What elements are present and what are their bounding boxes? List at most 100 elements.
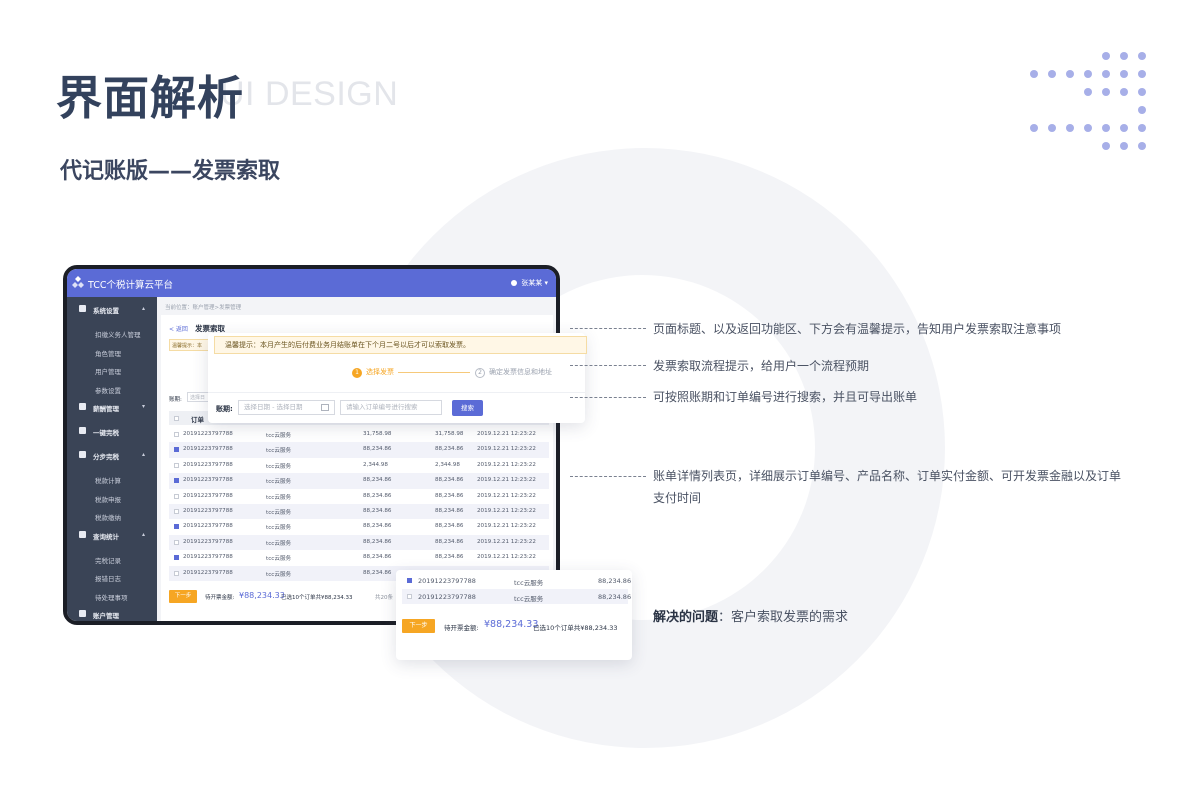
decor-dot — [1102, 52, 1110, 60]
sidebar-item-label: 分步完税 — [93, 453, 119, 461]
sidebar-item[interactable]: 用户管理 — [67, 366, 157, 376]
search-button[interactable]: 搜索 — [452, 400, 483, 416]
decor-dot — [1138, 70, 1146, 78]
sidebar-item[interactable]: 薪酬管理 ▾ — [67, 403, 157, 413]
row-checkbox[interactable] — [174, 508, 179, 514]
decor-dot — [1102, 124, 1110, 132]
date-range-picker[interactable]: 选择日期 - 选择日期 — [238, 400, 335, 415]
top-bar: TCC个税计算云平台 张某某 ▾ — [67, 269, 556, 297]
sidebar-item-label: 扣缴义务人管理 — [95, 331, 141, 339]
table-row[interactable]: 20191223797788 tcc云服务 88,234.86 88,234.86 20… — [169, 519, 549, 534]
row-checkbox[interactable] — [174, 555, 179, 561]
sidebar-item[interactable]: 分步完税 ▴ — [67, 451, 157, 461]
decor-dot — [1102, 70, 1110, 78]
sidebar-item[interactable]: 税款缴纳 — [67, 512, 157, 522]
decor-dot — [1048, 124, 1056, 132]
table-row[interactable]: 20191223797788 tcc云服务 88,234.86 — [402, 573, 632, 588]
decor-dot — [1120, 88, 1128, 96]
sidebar-item[interactable]: 税款计算 — [67, 475, 157, 485]
annotation-3: 可按照账期和订单编号进行搜索，并且可导出账单 — [653, 390, 918, 404]
next-step-button[interactable]: 下一步 — [169, 590, 197, 603]
cell-product: tcc云服务 — [266, 448, 292, 455]
table-row[interactable]: 20191223797788 tcc云服务 88,234.86 88,234.86 20… — [169, 473, 549, 489]
table-row[interactable]: 20191223797788 tcc云服务 2,344.98 2,344.98 2019… — [169, 458, 549, 473]
step-confirm-info: 2 确定发票信息和地址 — [475, 367, 552, 378]
table-row[interactable]: 20191223797788 tcc云服务 88,234.86 — [402, 589, 632, 604]
flask-icon — [79, 427, 86, 434]
cell-invoice: 88,234.86 — [435, 523, 464, 530]
chevron-icon: ▴ — [141, 305, 145, 312]
table-row[interactable]: 20191223797788 tcc云服务 88,234.86 88,234.86 20… — [169, 489, 549, 504]
select-all-checkbox[interactable] — [174, 416, 179, 421]
sidebar-item[interactable]: 角色管理 — [67, 348, 157, 358]
page-subtitle: 代记账版——发票索取 — [60, 159, 281, 184]
decor-dot — [1084, 124, 1092, 132]
sidebar-item[interactable]: 查询统计 ▴ — [67, 530, 157, 541]
title-background-text: UI DESIGN — [220, 75, 399, 113]
back-link[interactable]: < 返回 — [169, 324, 188, 333]
order-search-input[interactable]: 请输入订单编号进行搜索 — [340, 400, 442, 415]
sidebar-item-label: 税款申报 — [95, 495, 121, 504]
sidebar-item[interactable]: 系统设置 ▴ — [67, 305, 157, 315]
step-2-label: 确定发票信息和地址 — [489, 368, 552, 376]
sidebar-item-label: 税款缴纳 — [95, 514, 121, 522]
row-checkbox[interactable] — [174, 493, 179, 499]
sidebar-item-label: 完税记录 — [95, 556, 121, 565]
row-checkbox[interactable] — [174, 478, 179, 484]
cell-paid: 31,758.98 — [363, 431, 392, 437]
sidebar-item[interactable]: 完税记录 — [67, 555, 157, 565]
annotation-4: 账单详情列表页，详细展示订单编号、产品名称、订单实付金额、可开发票金融以及订单支… — [653, 469, 1122, 505]
cell-paid: 2,344.98 — [363, 461, 388, 468]
sidebar-item-label: 参数设置 — [95, 386, 121, 395]
user-menu[interactable]: 张某某 ▾ — [511, 278, 548, 288]
annotation-line-4 — [570, 476, 646, 477]
decor-dot — [1102, 88, 1110, 96]
sidebar-item[interactable]: 参数设置 — [67, 385, 157, 395]
cell-order: 20191223797788 — [183, 538, 233, 545]
column-order: 订单 — [191, 416, 204, 424]
table-row[interactable]: 20191223797788 tcc云服务 88,234.86 88,234.86 20… — [169, 550, 549, 565]
row-checkbox[interactable] — [174, 432, 179, 437]
sidebar-item-label: 查询统计 — [93, 532, 119, 541]
sidebar-item[interactable]: 一键完税 — [67, 427, 157, 437]
row-checkbox[interactable] — [407, 578, 412, 583]
cell-product: tcc云服务 — [514, 579, 544, 587]
table-row[interactable]: 20191223797788 tcc云服务 88,234.86 88,234.86 20… — [169, 534, 549, 551]
cell-amount: 88,234.86 — [598, 577, 632, 585]
decor-dot — [1138, 88, 1146, 96]
sidebar-item[interactable]: 待处理事项 — [67, 592, 157, 602]
next-step-button-zoom[interactable]: 下一步 — [402, 619, 435, 633]
step-select-invoice: 1 选择发票 — [352, 367, 394, 378]
chevron-icon: ▾ — [141, 403, 145, 410]
cell-paid: 88,234.86 — [363, 477, 392, 484]
cell-product: tcc云服务 — [266, 494, 292, 501]
sidebar-item[interactable]: 账户管理 — [67, 610, 157, 620]
zoom-footer: 下一步 待开票金额: ¥88,234.33 已选10个订单共¥88,234.33 — [402, 618, 628, 634]
cell-time: 2019.12.21 12:23:22 — [477, 554, 536, 561]
table-row[interactable]: 20191223797788 tcc云服务 31,758.98 31,758.98 20… — [169, 427, 549, 442]
row-checkbox[interactable] — [174, 462, 179, 468]
row-checkbox[interactable] — [174, 539, 179, 545]
cell-invoice: 88,234.86 — [435, 492, 464, 499]
annotation-line-2 — [570, 365, 646, 366]
cell-invoice: 88,234.86 — [435, 554, 464, 561]
account-period-label: 账期: — [169, 397, 182, 403]
decor-dot — [1138, 124, 1146, 132]
sidebar-item[interactable]: 扣缴义务人管理 — [67, 329, 157, 339]
row-checkbox[interactable] — [174, 524, 179, 530]
sidebar-item[interactable]: 税款申报 — [67, 494, 157, 504]
cell-order: 20191223797788 — [183, 477, 233, 484]
row-checkbox[interactable] — [174, 447, 179, 453]
logo-icon — [72, 276, 84, 288]
step-1-label: 选择发票 — [366, 368, 394, 376]
cell-order: 20191223797788 — [183, 446, 233, 453]
decor-dot — [1066, 124, 1074, 132]
sidebar-item[interactable]: 报错日志 — [67, 573, 157, 583]
table-row[interactable]: 20191223797788 tcc云服务 88,234.86 88,234.86 20… — [169, 442, 549, 458]
user-card-icon — [79, 610, 86, 617]
row-checkbox[interactable] — [407, 594, 412, 599]
cell-amount: 88,234.86 — [598, 593, 632, 601]
table-row[interactable]: 20191223797788 tcc云服务 88,234.86 88,234.86 20… — [169, 503, 549, 520]
sidebar: 系统设置 ▴ 扣缴义务人管理 角色管理 用户管理 参数设置 薪酬管理 ▾ 一键完税 分步完税 ▴ 税款… — [67, 297, 157, 621]
row-checkbox[interactable] — [174, 570, 179, 576]
